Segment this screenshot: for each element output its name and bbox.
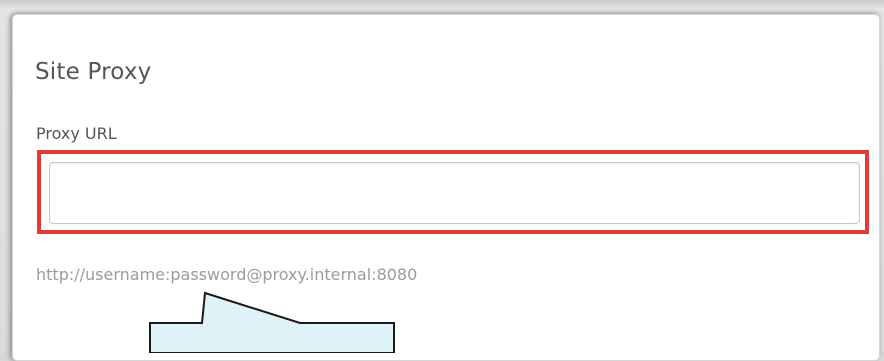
callout-bubble — [149, 291, 395, 353]
callout-shape — [149, 291, 395, 353]
